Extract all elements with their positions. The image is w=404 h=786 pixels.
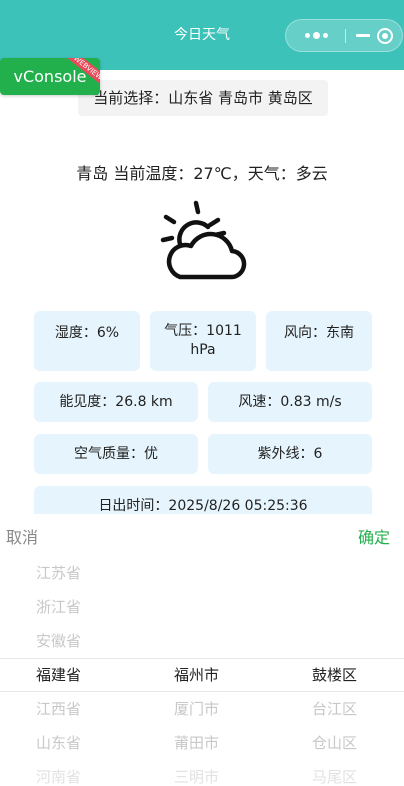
mini-program-capsule: [285, 19, 403, 52]
picker-option[interactable]: 浙江省: [36, 590, 81, 624]
wind-speed-card: 风速：0.83 m/s: [208, 382, 372, 422]
pressure-value: 气压：1011: [164, 323, 242, 339]
air-quality-card: 空气质量：优: [34, 434, 198, 474]
picker-option[interactable]: 山东省: [36, 726, 81, 760]
vconsole-button[interactable]: vConsole WEBVIEW: [0, 58, 100, 95]
picker-toolbar: 取消 确定: [0, 514, 404, 557]
capsule-divider: [345, 29, 346, 43]
humidity-value: 湿度：6%: [54, 325, 120, 341]
wind-speed-value: 风速：0.83 m/s: [238, 394, 342, 410]
uv-card: 紫外线：6: [208, 434, 372, 474]
pressure-card: 气压：1011 hPa: [150, 311, 256, 371]
picker-option[interactable]: 马尾区: [312, 760, 357, 786]
more-dots-icon[interactable]: [296, 20, 336, 51]
humidity-card: 湿度：6%: [34, 311, 140, 371]
region-selection-display[interactable]: 当前选择：山东省 青岛市 黄岛区: [78, 80, 328, 116]
picker-option-selected[interactable]: 福州市: [174, 658, 219, 692]
current-weather-text: 青岛 当前温度：27℃，天气：多云: [76, 164, 328, 183]
picker-option[interactable]: 安徽省: [36, 624, 81, 658]
wind-direction-card: 风向：东南: [266, 311, 372, 371]
cancel-button[interactable]: 取消: [6, 524, 38, 548]
picker-option[interactable]: 厦门市: [174, 692, 219, 726]
uv-value: 紫外线：6: [257, 446, 323, 462]
picker-option[interactable]: 江西省: [36, 692, 81, 726]
air-quality-value: 空气质量：优: [74, 446, 158, 462]
visibility-value: 能见度：26.8 km: [59, 394, 173, 410]
picker-option[interactable]: 三明市: [174, 760, 219, 786]
wind-direction-value: 风向：东南: [284, 325, 354, 341]
district-column[interactable]: 鼓楼区 台江区 仓山区 马尾区: [312, 658, 357, 786]
province-column[interactable]: 江苏省 浙江省 安徽省 福建省 江西省 山东省 河南省: [36, 556, 81, 786]
partly-cloudy-icon: [160, 200, 247, 280]
picker-option[interactable]: 江苏省: [36, 556, 81, 590]
picker-option-selected[interactable]: 福建省: [36, 658, 81, 692]
city-column[interactable]: 福州市 厦门市 莆田市 三明市: [174, 658, 219, 786]
region-picker[interactable]: 江苏省 浙江省 安徽省 福建省 江西省 山东省 河南省 福州市 厦门市 莆田市 …: [0, 556, 404, 786]
picker-option[interactable]: 莆田市: [174, 726, 219, 760]
minimize-icon[interactable]: [353, 20, 373, 51]
picker-option[interactable]: 仓山区: [312, 726, 357, 760]
target-close-icon[interactable]: [373, 20, 397, 51]
visibility-card: 能见度：26.8 km: [34, 382, 198, 422]
vconsole-label: vConsole: [13, 67, 87, 86]
confirm-button[interactable]: 确定: [358, 524, 390, 548]
picker-option-selected[interactable]: 鼓楼区: [312, 658, 357, 692]
picker-option[interactable]: 河南省: [36, 760, 81, 786]
picker-option[interactable]: 台江区: [312, 692, 357, 726]
pressure-unit: hPa: [190, 342, 216, 358]
